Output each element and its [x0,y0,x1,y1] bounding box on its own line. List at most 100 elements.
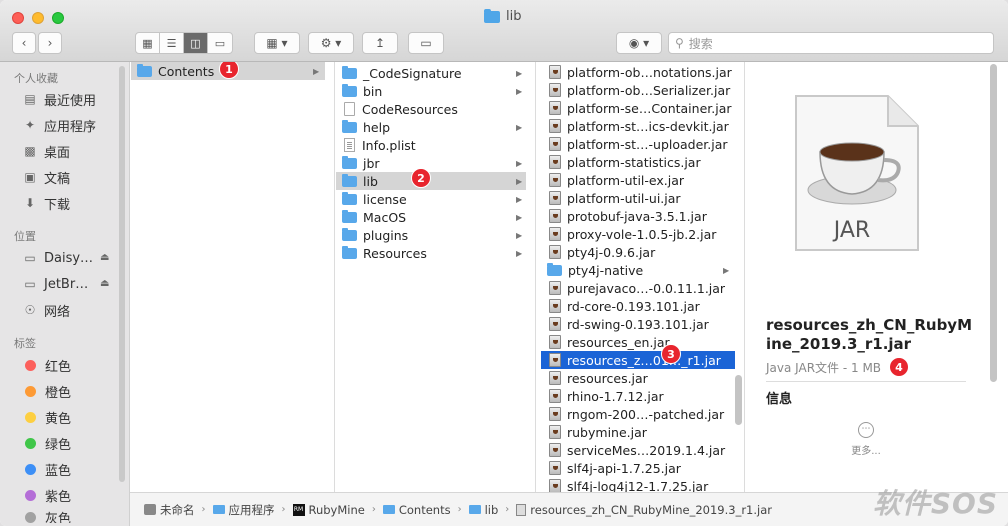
sidebar-item-recents[interactable]: ▤ 最近使用 [22,89,96,109]
path-item-rubymine[interactable]: RM RubyMine [292,503,365,517]
path-item-lib[interactable]: lib [468,503,498,517]
sidebar-scrollbar[interactable] [119,66,125,482]
quicklook-button[interactable]: ◉ ▾ [616,32,662,54]
favorites-header: 个人收藏 [14,72,58,85]
tag-button[interactable]: ▭ [408,32,444,54]
list-item[interactable]: rngom-200…-patched.jar [541,405,735,423]
list-item[interactable]: plugins ▶ [336,226,526,244]
jar-file-icon [549,281,561,295]
folder-icon [342,227,357,241]
column-view-button[interactable]: ◫ [184,33,208,53]
list-item[interactable]: platform-util-ui.jar [541,189,735,207]
sidebar-item-jetbrains[interactable]: ▭ JetBr… [22,274,88,294]
chevron-right-icon: › [281,504,286,515]
sidebar-item-daisy[interactable]: ▭ Daisy… [22,248,93,268]
list-item[interactable]: purejavaco…-0.0.11.1.jar [541,279,735,297]
group-by-button[interactable]: ▦ ▾ [254,32,300,54]
path-item-contents[interactable]: Contents [382,503,451,517]
search-icon: ⚲ [675,36,684,50]
forward-button[interactable]: › [38,32,62,54]
list-item[interactable]: jbr ▶ [336,154,526,172]
list-item[interactable]: resources.jar [541,369,735,387]
sidebar-tag-red[interactable]: 红色 [22,355,71,375]
path-item-applications[interactable]: 应用程序 [212,502,275,518]
share-button[interactable]: ↥ [362,32,398,54]
list-item[interactable]: rhino-1.7.12.jar [541,387,735,405]
eye-icon: ◉ ▾ [628,36,650,50]
minimize-button[interactable] [32,12,44,24]
list-item[interactable]: proxy-vole-1.0.5-jb.2.jar [541,225,735,243]
share-icon: ↥ [374,36,386,50]
more-button[interactable]: ⋯ 更多... [846,422,886,457]
eject-icon[interactable]: ⏏ [100,278,109,289]
list-item[interactable]: bin ▶ [336,82,526,100]
list-item[interactable]: serviceMes…2019.1.4.jar [541,441,735,459]
jar-file-icon: JAR [795,95,919,251]
list-item[interactable]: resources_en.jar [541,333,735,351]
annotation-badge-4: 4 [889,357,909,377]
list-item[interactable]: license ▶ [336,190,526,208]
list-item[interactable]: _CodeSignature ▶ [336,64,526,82]
list-item[interactable]: rubymine.jar [541,423,735,441]
sidebar-tag-green[interactable]: 绿色 [22,433,71,453]
sidebar-tag-purple[interactable]: 紫色 [22,485,71,505]
list-item[interactable]: MacOS ▶ [336,208,526,226]
search-field[interactable]: ⚲ 搜索 [668,32,994,54]
sidebar-tag-blue[interactable]: 蓝色 [22,459,71,479]
zoom-button[interactable] [52,12,64,24]
list-item[interactable]: platform-se…Container.jar [541,99,735,117]
list-item[interactable]: platform-ob…notations.jar [541,63,735,81]
tag-dot-icon [25,411,36,423]
network-icon: ☉ [24,303,36,317]
preview-scrollbar[interactable] [990,64,997,382]
preview-info-header: 信息 [766,392,793,407]
gallery-view-button[interactable]: ▭ [208,33,232,53]
list-item[interactable]: Resources ▶ [336,244,526,262]
path-item-volume[interactable]: 未命名 [144,502,195,518]
close-button[interactable] [12,12,24,24]
icon-view-button[interactable]: ▦ [136,33,160,53]
list-item[interactable]: protobuf-java-3.5.1.jar [541,207,735,225]
sidebar-item-network[interactable]: ☉ 网络 [22,300,70,320]
desktop-icon: ▩ [24,144,36,158]
list-item[interactable]: resources_z…01…_r1.jar [541,351,735,369]
list-item[interactable]: slf4j-api-1.7.25.jar [541,459,735,477]
list-item[interactable]: Info.plist [336,136,526,154]
disk-icon: ▭ [24,277,36,291]
list-item[interactable]: platform-ob…Serializer.jar [541,81,735,99]
view-mode-segment: ▦ ☰ ◫ ▭ [135,32,233,54]
list-item[interactable]: platform-util-ex.jar [541,171,735,189]
sidebar-item-desktop[interactable]: ▩ 桌面 [22,141,70,161]
jar-file-icon [549,227,561,241]
document-icon: ▣ [24,170,36,184]
list-item[interactable]: lib ▶ [336,172,526,190]
folder-icon [342,173,357,187]
list-item[interactable]: CodeResources [336,100,526,118]
sidebar-item-documents[interactable]: ▣ 文稿 [22,167,70,187]
action-button[interactable]: ⚙ ▾ [308,32,354,54]
sidebar-tag-orange[interactable]: 橙色 [22,381,71,401]
back-button[interactable]: ‹ [12,32,36,54]
sidebar-item-downloads[interactable]: ⬇ 下载 [22,193,70,213]
list-item[interactable]: rd-core-0.193.101.jar [541,297,735,315]
list-item[interactable]: platform-st…ics-devkit.jar [541,117,735,135]
sidebar-tag-yellow[interactable]: 黄色 [22,407,71,427]
preview-pane: JAR resources_zh_CN_RubyMine_2019.3_r1.j… [746,62,1008,492]
path-item-file[interactable]: resources_zh_CN_RubyMine_2019.3_r1.jar [516,503,772,517]
list-item[interactable]: slf4j-log4j12-1.7.25.jar [541,477,735,492]
chevron-right-icon: ▶ [313,66,320,76]
list-item[interactable]: rd-swing-0.193.101.jar [541,315,735,333]
list-item[interactable]: pty4j-native ▶ [541,261,735,279]
column-3-scrollbar[interactable] [735,375,742,425]
chevron-right-icon: ▶ [516,230,523,240]
list-item[interactable]: platform-statistics.jar [541,153,735,171]
list-item[interactable]: platform-st…-uploader.jar [541,135,735,153]
list-view-button[interactable]: ☰ [160,33,184,53]
chevron-right-icon: ▶ [516,86,523,96]
chevron-right-icon: › [47,36,53,50]
sidebar-tag-gray[interactable]: 灰色 [22,511,71,523]
list-item[interactable]: help ▶ [336,118,526,136]
eject-icon[interactable]: ⏏ [100,252,109,263]
sidebar-item-applications[interactable]: ✦ 应用程序 [22,115,96,135]
list-item[interactable]: pty4j-0.9.6.jar [541,243,735,261]
